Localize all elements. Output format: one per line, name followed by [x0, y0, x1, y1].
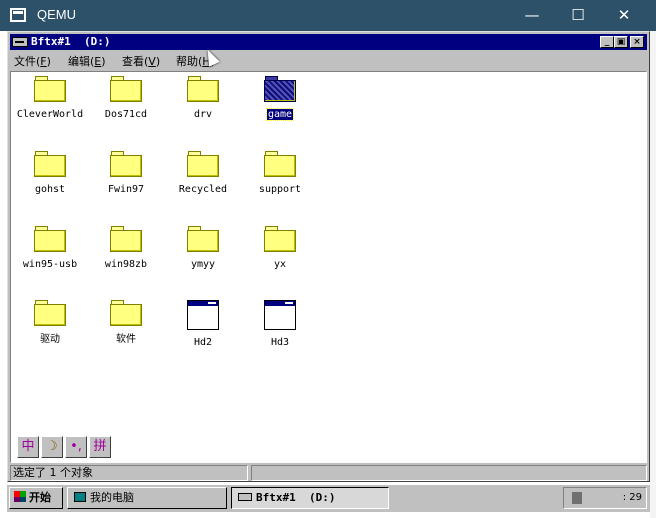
start-button[interactable]: 开始 — [9, 487, 63, 509]
ime-punctuation-button[interactable]: •, — [65, 436, 87, 458]
windows-flag-icon — [14, 491, 26, 502]
system-tray: : 29 — [563, 487, 647, 509]
drive-icon — [238, 493, 252, 501]
folder-icon — [34, 226, 66, 252]
folder-icon — [110, 300, 142, 326]
status-text: 选定了 1 个对象 — [10, 465, 248, 481]
host-maximize-button[interactable]: ☐ — [555, 0, 601, 31]
explorer-titlebar[interactable]: Bftx#1 (D:) _ ▣ × — [10, 34, 647, 50]
folder-icon — [187, 76, 219, 102]
file-item-drivers[interactable]: 驱动 — [12, 300, 88, 346]
speaker-icon[interactable] — [572, 492, 582, 504]
folder-icon — [34, 151, 66, 177]
app-window-icon — [187, 300, 219, 330]
file-item-gohst[interactable]: gohst — [12, 151, 88, 196]
taskbar: 开始 我的电脑 Bftx#1 (D:) : 29 — [7, 484, 650, 512]
folder-icon — [264, 76, 296, 102]
file-item-ymyy[interactable]: ymyy — [165, 226, 241, 271]
folder-icon — [187, 151, 219, 177]
file-item-support[interactable]: support — [242, 151, 318, 196]
status-bar: 选定了 1 个对象 — [10, 465, 647, 481]
ime-language-button[interactable]: 中 — [17, 436, 39, 458]
file-item-software[interactable]: 软件 — [88, 300, 164, 346]
file-item-label: win98zb — [104, 259, 148, 270]
menu-edit[interactable]: 编辑(E) — [68, 53, 106, 69]
file-item-label: gohst — [34, 184, 66, 195]
guest-desktop-edge — [650, 31, 656, 518]
app-window-icon — [264, 300, 296, 330]
file-item-game[interactable]: game — [242, 76, 318, 121]
window-maximize-button[interactable]: ▣ — [614, 36, 628, 48]
folder-icon — [34, 300, 66, 326]
host-titlebar[interactable]: QEMU — ☐ ✕ — [0, 0, 656, 31]
file-item-label: game — [265, 108, 295, 121]
file-item-drv[interactable]: drv — [165, 76, 241, 121]
file-item-yx[interactable]: yx — [242, 226, 318, 271]
host-title: QEMU — [37, 7, 76, 22]
host-minimize-button[interactable]: — — [509, 0, 555, 31]
clock[interactable]: : 29 — [623, 492, 642, 503]
file-item-label: Hd2 — [193, 337, 213, 348]
file-item-dos71cd[interactable]: Dos71cd — [88, 76, 164, 121]
taskbar-explorer-window[interactable]: Bftx#1 (D:) — [231, 487, 389, 509]
drive-icon — [12, 37, 28, 47]
file-item-label: win95-usb — [22, 259, 78, 270]
qemu-app-icon — [10, 8, 26, 22]
file-list-view[interactable]: CleverWorld Dos71cd drv game gohst Fwin9… — [10, 71, 647, 463]
taskbar-my-computer[interactable]: 我的电脑 — [67, 487, 227, 509]
folder-icon — [187, 226, 219, 252]
folder-icon — [110, 226, 142, 252]
folder-icon — [110, 151, 142, 177]
file-item-label: yx — [273, 259, 287, 270]
menu-file[interactable]: 文件(F) — [14, 53, 51, 69]
file-item-label: ymyy — [190, 259, 216, 270]
menu-view[interactable]: 查看(V) — [122, 53, 160, 69]
file-item-cleverworld[interactable]: CleverWorld — [12, 76, 88, 121]
file-item-label: Dos71cd — [104, 109, 148, 120]
status-pane — [251, 465, 647, 481]
file-item-label: 驱动 — [40, 334, 60, 345]
file-item-label: 软件 — [116, 334, 136, 345]
ime-halfwidth-moon-icon[interactable]: ☽ — [41, 436, 63, 458]
folder-icon — [34, 76, 66, 102]
menu-bar: 文件(F) 编辑(E) 查看(V) 帮助(H) — [10, 51, 647, 69]
file-item-label: Recycled — [178, 184, 228, 195]
file-item-hd2[interactable]: Hd2 — [165, 300, 241, 349]
file-item-label: Fwin97 — [107, 184, 145, 195]
file-item-win98zb[interactable]: win98zb — [88, 226, 164, 271]
file-item-label: support — [258, 184, 302, 195]
explorer-title: Bftx#1 (D:) — [31, 35, 111, 48]
file-item-label: drv — [193, 109, 213, 120]
folder-icon — [264, 151, 296, 177]
file-item-recycled[interactable]: Recycled — [165, 151, 241, 196]
file-item-label: CleverWorld — [16, 109, 84, 120]
computer-icon — [74, 492, 86, 502]
ime-pinyin-button[interactable]: 拼 — [89, 436, 111, 458]
host-close-button[interactable]: ✕ — [601, 0, 647, 31]
file-item-win95-usb[interactable]: win95-usb — [12, 226, 88, 271]
file-item-fwin97[interactable]: Fwin97 — [88, 151, 164, 196]
folder-icon — [264, 226, 296, 252]
folder-icon — [110, 76, 142, 102]
file-item-hd3[interactable]: Hd3 — [242, 300, 318, 349]
file-item-label: Hd3 — [270, 337, 290, 348]
window-close-button[interactable]: × — [630, 36, 644, 48]
explorer-window: Bftx#1 (D:) _ ▣ × 文件(F) 编辑(E) 查看(V) 帮助(H… — [7, 31, 650, 482]
window-minimize-button[interactable]: _ — [600, 36, 614, 48]
